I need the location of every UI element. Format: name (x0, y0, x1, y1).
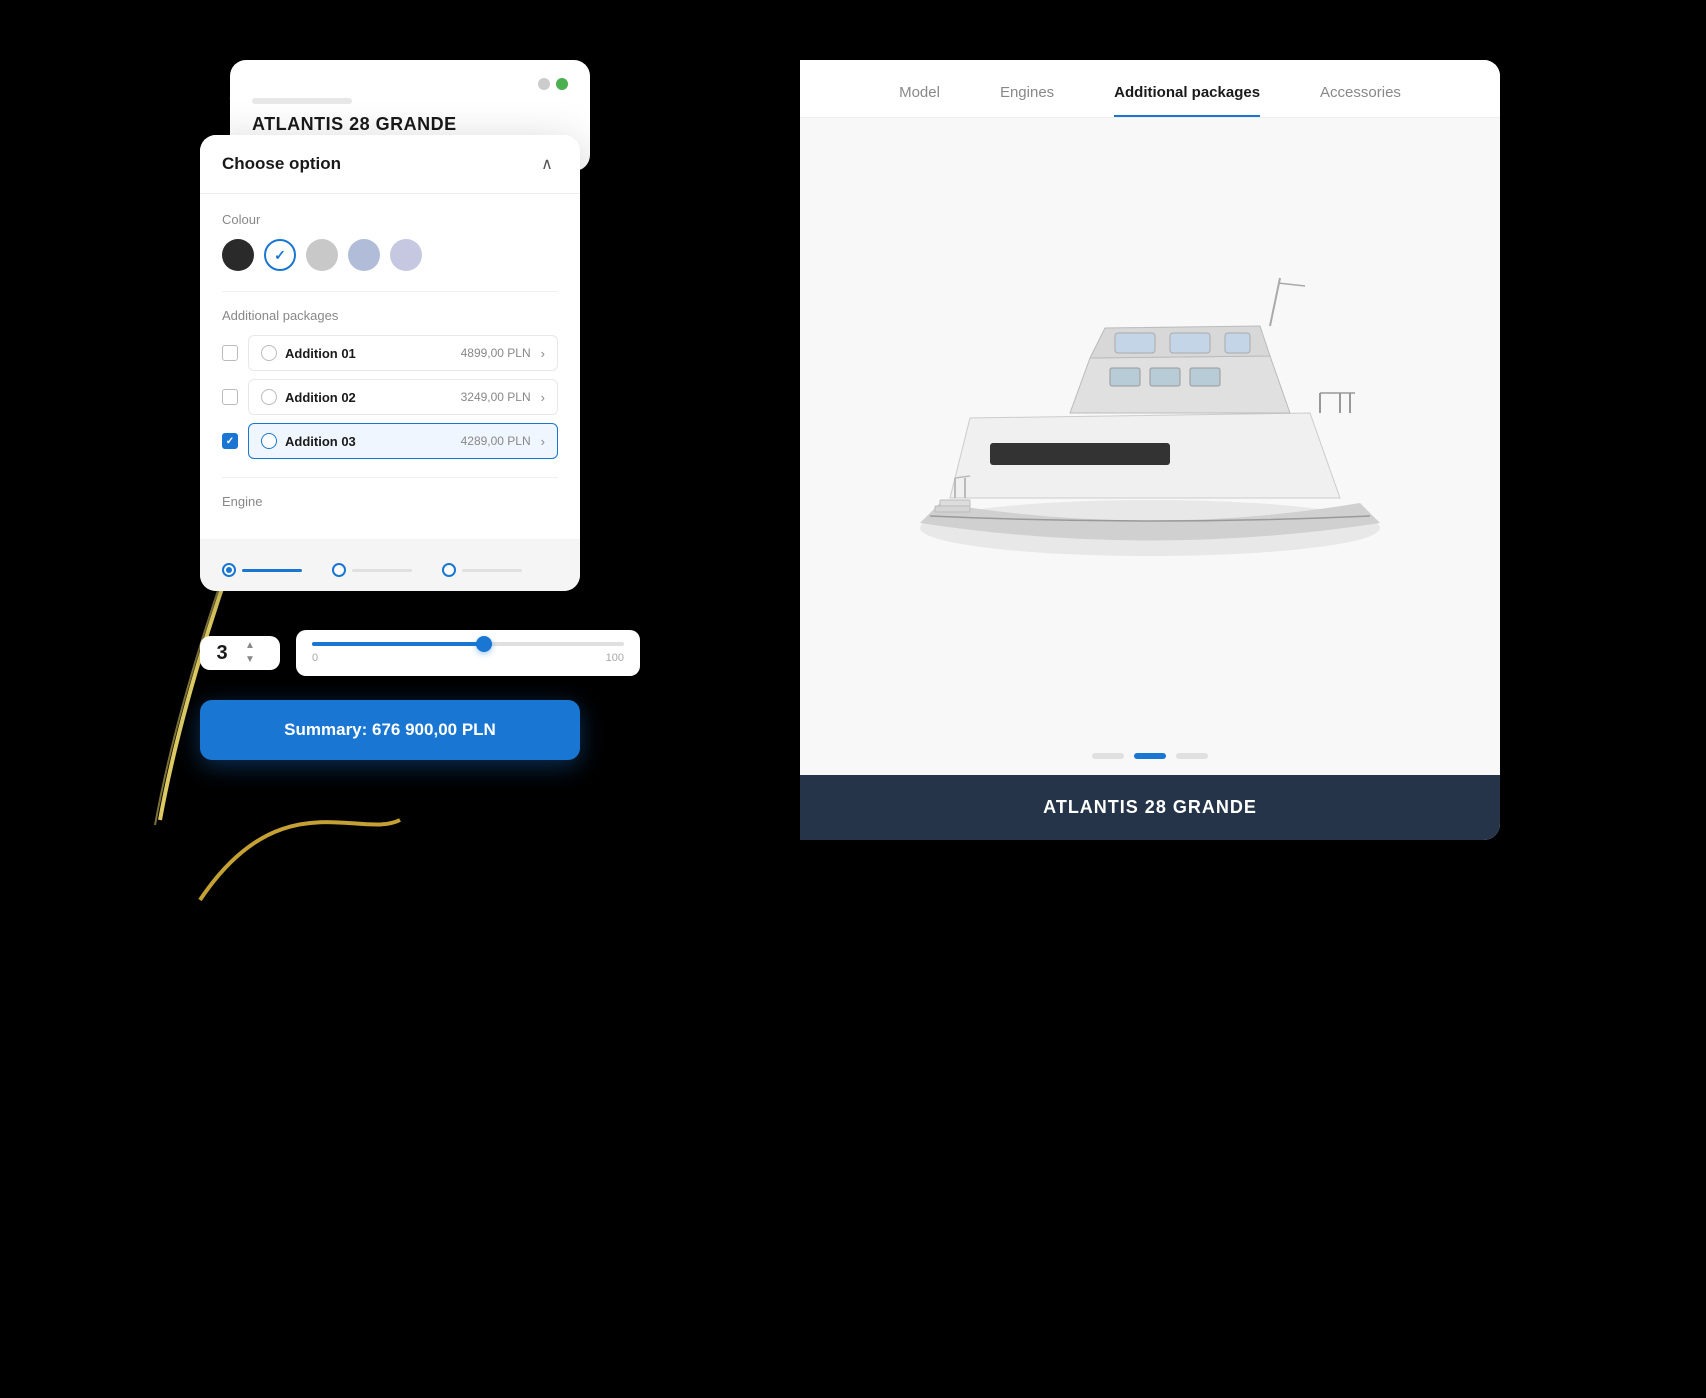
product-card-title: ATLANTIS 28 GRANDE (252, 114, 568, 135)
right-panel: Model Engines Additional packages Access… (800, 60, 1500, 840)
product-image-area (800, 118, 1500, 737)
summary-button[interactable]: Summary: 676 900,00 PLN (200, 700, 580, 760)
product-name-footer: ATLANTIS 28 GRANDE (800, 775, 1500, 840)
package-price-2: 3249,00 PLN (461, 390, 531, 404)
package-price-1: 4899,00 PLN (461, 346, 531, 360)
package-row-1: Addition 01 4899,00 PLN › (222, 335, 558, 371)
slider-max-label: 100 (606, 652, 624, 664)
packages-label: Additional packages (222, 308, 558, 323)
slider-min-label: 0 (312, 652, 318, 664)
package-checkbox-2[interactable] (222, 389, 238, 405)
package-arrow-3: › (541, 434, 545, 449)
boat-svg (890, 248, 1410, 608)
tabs-bar: Model Engines Additional packages Access… (800, 60, 1500, 118)
dot-green (556, 78, 568, 90)
tab-additional-packages[interactable]: Additional packages (1114, 84, 1260, 117)
carousel-dot-2[interactable] (1134, 753, 1166, 759)
chevron-up-icon[interactable]: ∧ (536, 153, 558, 175)
colour-row: ✓ (222, 239, 558, 271)
engine-line-1 (242, 569, 302, 572)
engine-radio-3[interactable] (442, 563, 456, 577)
tab-model[interactable]: Model (899, 84, 940, 117)
quantity-decrement-button[interactable]: ▼ (242, 654, 258, 666)
section-divider-2 (222, 477, 558, 478)
package-name-2: Addition 02 (285, 390, 356, 405)
engine-options (222, 563, 558, 577)
carousel-dot-3[interactable] (1176, 753, 1208, 759)
package-arrow-2: › (541, 390, 545, 405)
engine-line-2 (352, 569, 412, 572)
colour-swatch-lavender[interactable] (390, 239, 422, 271)
package-row-3: ✓ Addition 03 4289,00 PLN › (222, 423, 558, 459)
slider-labels: 0 100 (312, 652, 624, 664)
package-name-3: Addition 03 (285, 434, 356, 449)
panel-header-title: Choose option (222, 154, 341, 174)
window-dots (252, 78, 568, 90)
package-name-1: Addition 01 (285, 346, 356, 361)
quantity-controls: ▲ ▼ (242, 640, 258, 666)
package-item-left-1: Addition 01 (261, 345, 356, 361)
tab-engines[interactable]: Engines (1000, 84, 1054, 117)
package-item-left-3: Addition 03 (261, 433, 356, 449)
engine-option-3[interactable] (442, 563, 522, 577)
carousel-dots (800, 737, 1500, 775)
configurator-panel: Choose option ∧ Colour ✓ Additional (200, 135, 580, 591)
title-bar (252, 98, 352, 104)
package-icon-3 (261, 433, 277, 449)
package-item-left-2: Addition 02 (261, 389, 356, 405)
check-mark-icon: ✓ (226, 436, 234, 447)
package-checkbox-1[interactable] (222, 345, 238, 361)
package-item-3[interactable]: Addition 03 4289,00 PLN › (248, 423, 558, 459)
section-divider-1 (222, 291, 558, 292)
quantity-box: 3 ▲ ▼ (200, 636, 280, 670)
packages-list: Addition 01 4899,00 PLN › (222, 335, 558, 459)
quantity-value: 3 (208, 642, 236, 665)
slider-fill (312, 642, 484, 646)
package-icon-1 (261, 345, 277, 361)
colour-swatch-dark[interactable] (222, 239, 254, 271)
panel-header: Choose option ∧ (200, 135, 580, 194)
slider-track[interactable] (312, 642, 624, 646)
quantity-increment-button[interactable]: ▲ (242, 640, 258, 652)
package-icon-2 (261, 389, 277, 405)
main-wrapper: ATLANTIS 28 GRANDE Choose option ∧ Colou… (200, 60, 1500, 1320)
slider-thumb[interactable] (476, 636, 492, 652)
engine-option-1[interactable] (222, 563, 302, 577)
package-price-3: 4289,00 PLN (461, 434, 531, 448)
tab-accessories[interactable]: Accessories (1320, 84, 1401, 117)
engine-section (200, 539, 580, 591)
colour-swatch-light-blue[interactable] (348, 239, 380, 271)
package-item-1[interactable]: Addition 01 4899,00 PLN › (248, 335, 558, 371)
quantity-slider-row: 3 ▲ ▼ 0 100 (200, 630, 640, 676)
engine-radio-2[interactable] (332, 563, 346, 577)
slider-container: 0 100 (296, 630, 640, 676)
package-row-2: Addition 02 3249,00 PLN › (222, 379, 558, 415)
engine-radio-1[interactable] (222, 563, 236, 577)
engine-option-2[interactable] (332, 563, 412, 577)
panel-body: Colour ✓ Additional packages (200, 194, 580, 539)
colour-check-icon: ✓ (274, 247, 286, 264)
engine-label: Engine (222, 494, 558, 509)
carousel-dot-1[interactable] (1092, 753, 1124, 759)
engine-line-3 (462, 569, 522, 572)
package-checkbox-3[interactable]: ✓ (222, 433, 238, 449)
package-item-2[interactable]: Addition 02 3249,00 PLN › (248, 379, 558, 415)
package-arrow-1: › (541, 346, 545, 361)
colour-swatch-light-gray[interactable] (306, 239, 338, 271)
dot-gray (538, 78, 550, 90)
colour-label: Colour (222, 212, 558, 227)
colour-swatch-blue[interactable]: ✓ (264, 239, 296, 271)
